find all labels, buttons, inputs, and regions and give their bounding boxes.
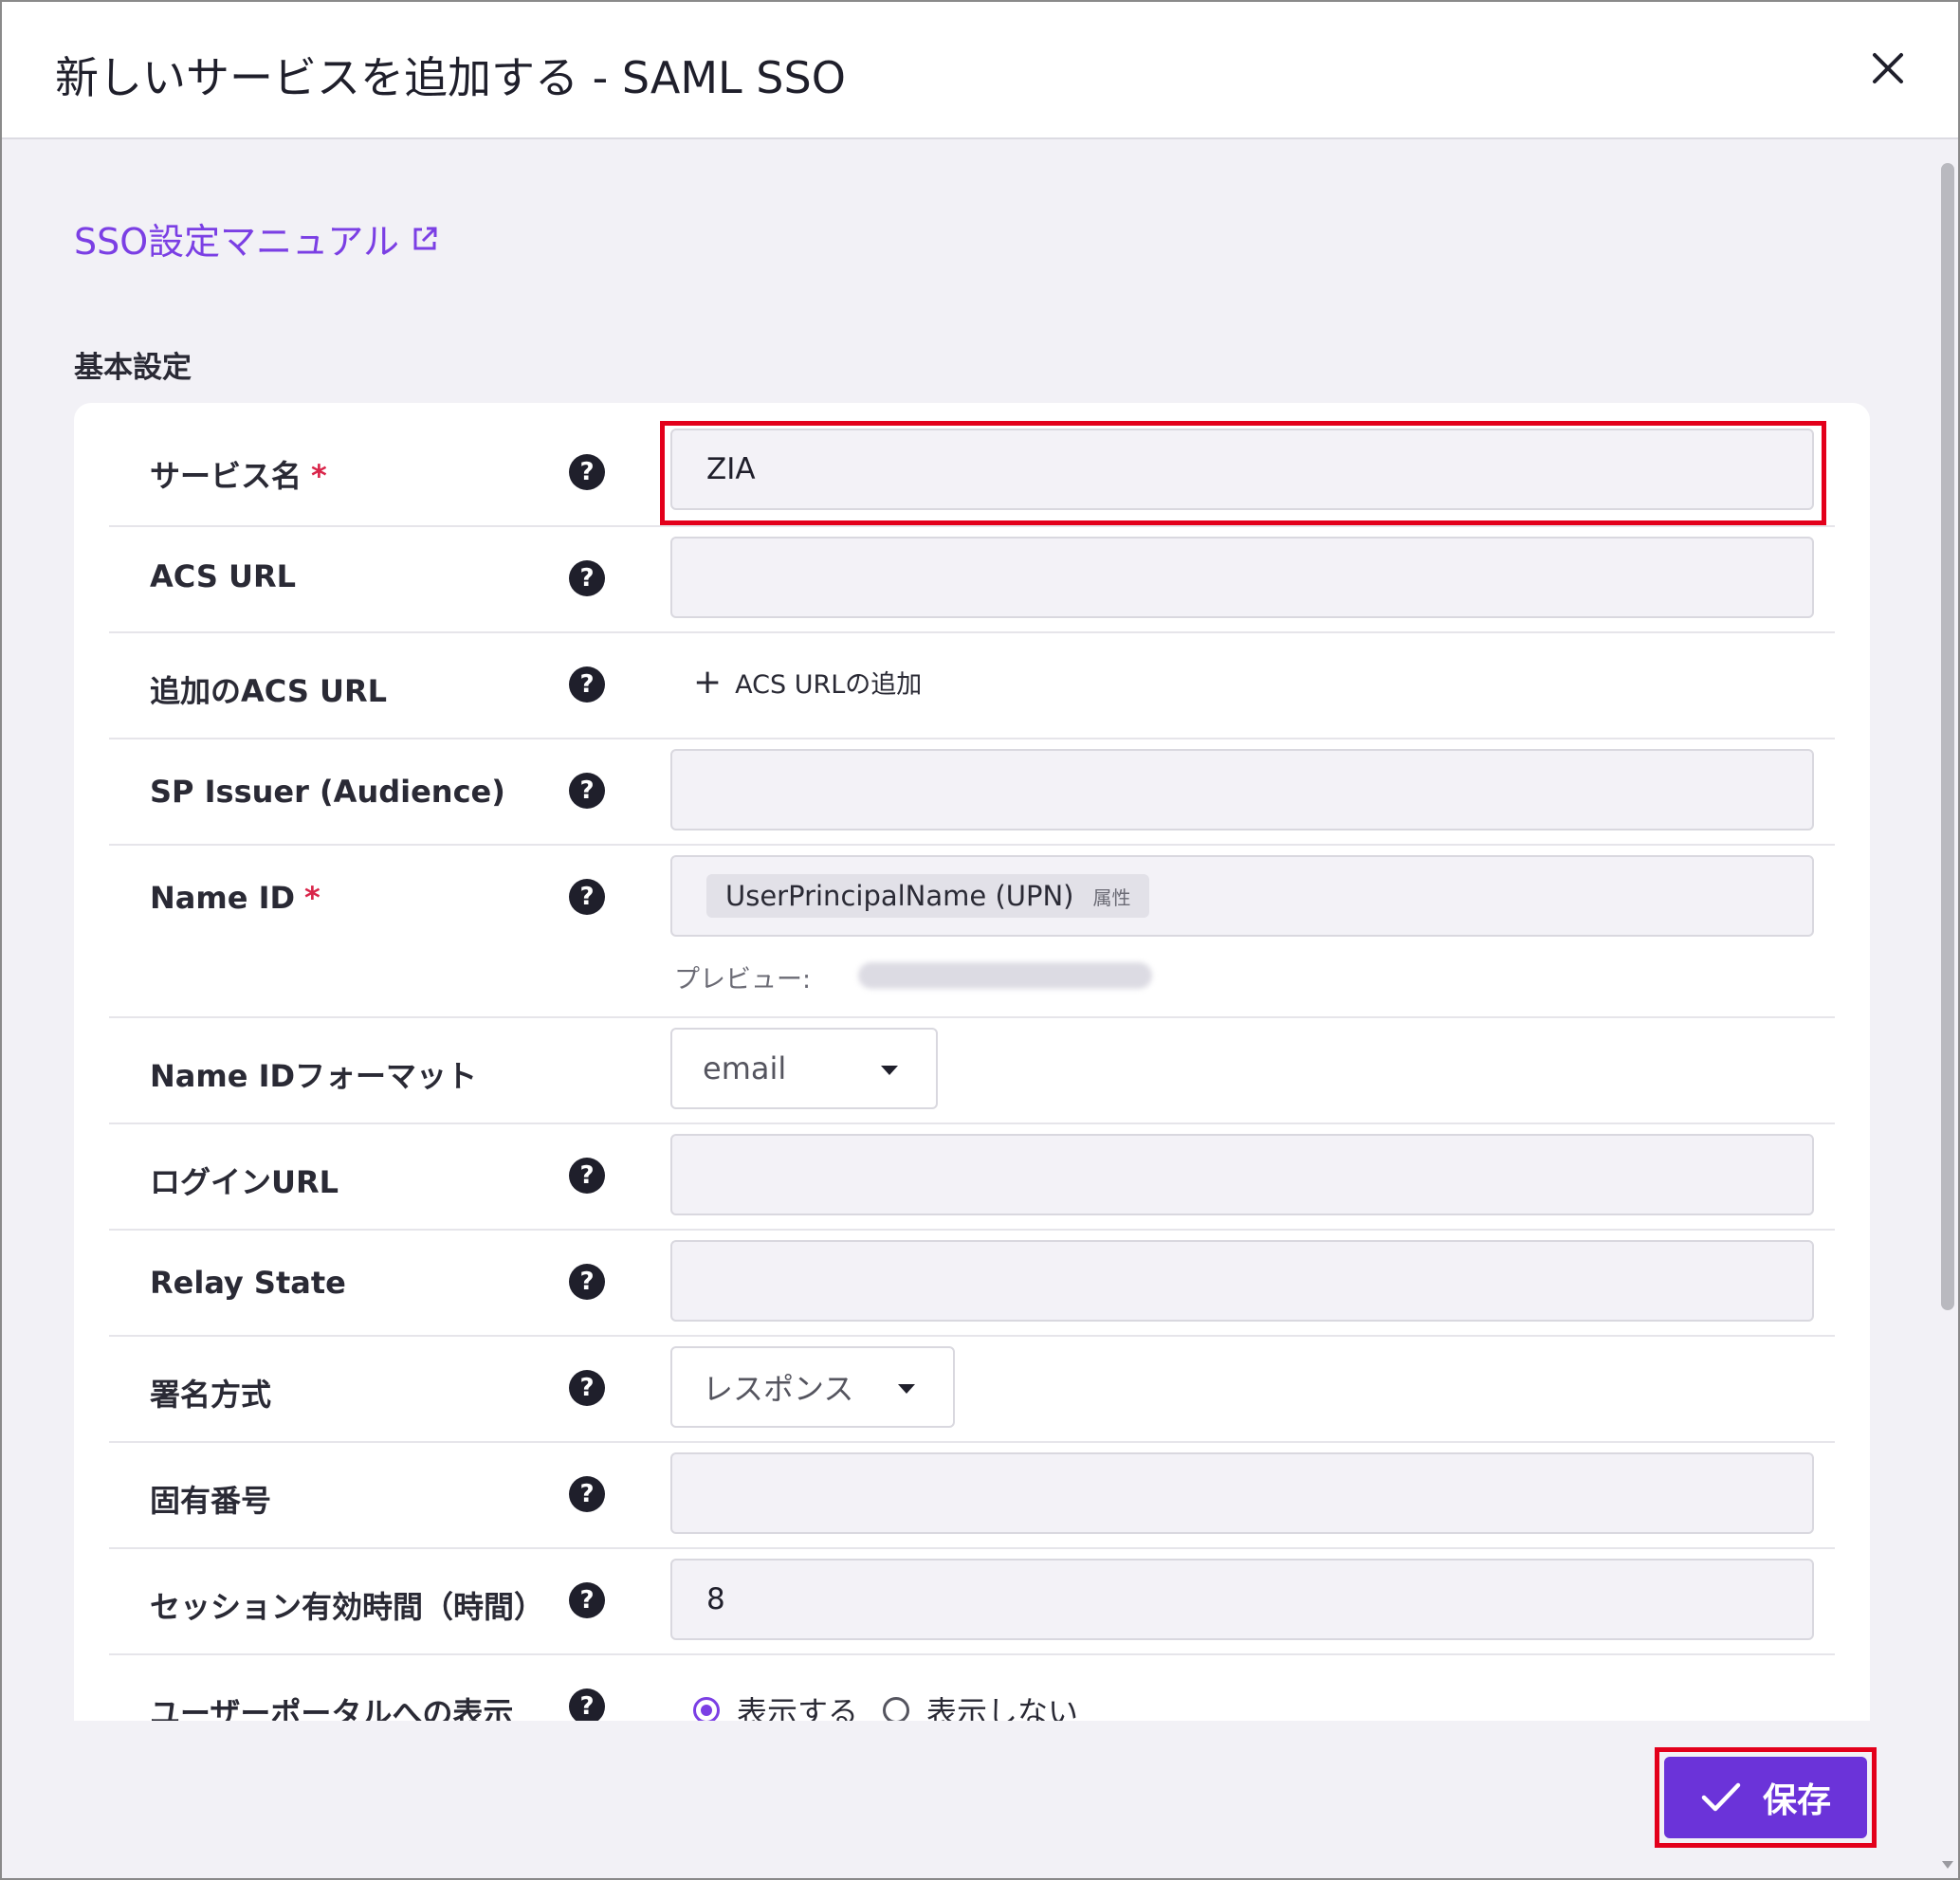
chevron-down-icon — [898, 1384, 915, 1394]
save-button-label: 保存 — [1762, 1780, 1831, 1819]
name-id-chip-tag: 属性 — [1092, 885, 1131, 909]
relay-state-input[interactable] — [670, 1240, 1814, 1322]
help-icon[interactable]: ? — [569, 454, 605, 490]
signature-method-label: 署名方式 — [150, 1377, 272, 1413]
help-icon[interactable]: ? — [569, 1476, 605, 1512]
name-id-label-text: Name ID — [150, 880, 296, 916]
row-name-id-format: Name IDフォーマット email — [109, 1016, 1835, 1124]
additional-acs-url-label: 追加のACS URL — [150, 673, 388, 709]
scroll-down-icon[interactable] — [1942, 1861, 1953, 1869]
name-id-format-select[interactable]: email — [670, 1028, 938, 1109]
help-icon[interactable]: ? — [569, 1158, 605, 1194]
name-id-label: Name ID * — [150, 880, 321, 916]
row-service-name: サービス名 * ? ZIA — [109, 403, 1835, 527]
service-name-input[interactable]: ZIA — [670, 429, 1814, 510]
login-url-input[interactable] — [670, 1134, 1814, 1215]
acs-url-label: ACS URL — [150, 558, 297, 594]
add-acs-url-label: ACS URLの追加 — [735, 670, 923, 700]
required-marker: * — [304, 880, 321, 916]
signature-method-select[interactable]: レスポンス — [670, 1346, 955, 1428]
chevron-down-icon — [881, 1066, 898, 1075]
help-icon[interactable]: ? — [569, 560, 605, 596]
add-acs-url-button[interactable]: + ACS URLの追加 — [693, 664, 922, 701]
name-id-chip[interactable]: UserPrincipalName (UPN) 属性 — [706, 874, 1150, 918]
basic-settings-card: サービス名 * ? ZIA ACS URL ? 追加のACS URL ? + AC… — [74, 403, 1870, 1721]
section-title-basic-settings: 基本設定 — [74, 351, 192, 385]
plus-icon: + — [693, 662, 723, 702]
user-portal-display-label: ユーザーポータルへの表示 — [150, 1695, 514, 1721]
row-user-portal-display: ユーザーポータルへの表示 ? 表示する 表示しない — [109, 1653, 1835, 1721]
name-id-preview-value-redacted — [858, 962, 1152, 989]
sso-manual-link[interactable]: SSO設定マニュアル — [74, 212, 439, 265]
row-relay-state: Relay State ? — [109, 1229, 1835, 1337]
relay-state-label: Relay State — [150, 1265, 346, 1301]
help-icon[interactable]: ? — [569, 1582, 605, 1618]
name-id-input[interactable]: UserPrincipalName (UPN) 属性 — [670, 855, 1814, 937]
row-acs-url: ACS URL ? — [109, 525, 1835, 633]
row-unique-number: 固有番号 ? — [109, 1441, 1835, 1549]
dialog-title: 新しいサービスを追加する - SAML SSO — [55, 52, 846, 103]
help-icon[interactable]: ? — [569, 1264, 605, 1300]
name-id-format-selected: email — [703, 1050, 787, 1086]
scrollbar-thumb[interactable] — [1941, 163, 1954, 1310]
service-name-label: サービス名 * — [150, 452, 327, 496]
name-id-chip-value: UserPrincipalName (UPN) — [725, 880, 1074, 912]
close-icon — [1873, 53, 1903, 83]
save-button[interactable]: 保存 — [1664, 1757, 1867, 1838]
close-button[interactable] — [1865, 46, 1911, 91]
service-name-value: ZIA — [706, 452, 756, 486]
add-service-dialog: 新しいサービスを追加する - SAML SSO SSO設定マニュアル 基本設定 … — [0, 0, 1960, 1880]
radio-hide-label[interactable]: 表示しない — [926, 1688, 1078, 1721]
name-id-format-label: Name IDフォーマット — [150, 1058, 478, 1094]
row-name-id: Name ID * ? UserPrincipalName (UPN) 属性 プレ… — [109, 844, 1835, 1018]
row-signature-method: 署名方式 ? レスポンス — [109, 1335, 1835, 1443]
row-session-duration: セッション有効時間（時間） ? 8 — [109, 1547, 1835, 1655]
help-icon[interactable]: ? — [569, 773, 605, 809]
row-additional-acs-url: 追加のACS URL ? + ACS URLの追加 — [109, 631, 1835, 739]
sso-manual-link-label: SSO設定マニュアル — [74, 221, 400, 263]
check-icon — [1701, 1782, 1741, 1812]
help-icon[interactable]: ? — [569, 1688, 605, 1721]
help-icon[interactable]: ? — [569, 666, 605, 703]
row-sp-issuer: SP Issuer (Audience) ? — [109, 738, 1835, 846]
radio-hide[interactable] — [883, 1697, 910, 1721]
required-marker: * — [311, 458, 327, 494]
radio-show-label[interactable]: 表示する — [737, 1688, 858, 1721]
service-name-label-text: サービス名 — [150, 458, 302, 494]
user-portal-display-radio-group: 表示する 表示しない — [693, 1688, 1078, 1721]
radio-show[interactable] — [693, 1697, 720, 1721]
name-id-preview-label: プレビュー: — [674, 965, 812, 995]
external-link-icon — [413, 227, 437, 249]
row-login-url: ログインURL ? — [109, 1123, 1835, 1231]
unique-number-input[interactable] — [670, 1452, 1814, 1534]
help-icon[interactable]: ? — [569, 1370, 605, 1406]
unique-number-label: 固有番号 — [150, 1483, 272, 1519]
login-url-label: ログインURL — [150, 1164, 339, 1200]
sp-issuer-input[interactable] — [670, 749, 1814, 830]
session-duration-value: 8 — [706, 1582, 725, 1616]
session-duration-label: セッション有効時間（時間） — [150, 1589, 545, 1625]
help-icon[interactable]: ? — [569, 879, 605, 915]
sp-issuer-label: SP Issuer (Audience) — [150, 774, 505, 810]
acs-url-input[interactable] — [670, 537, 1814, 618]
dialog-header: 新しいサービスを追加する - SAML SSO — [2, 2, 1958, 139]
session-duration-input[interactable]: 8 — [670, 1559, 1814, 1640]
signature-method-selected: レスポンス — [703, 1371, 854, 1407]
